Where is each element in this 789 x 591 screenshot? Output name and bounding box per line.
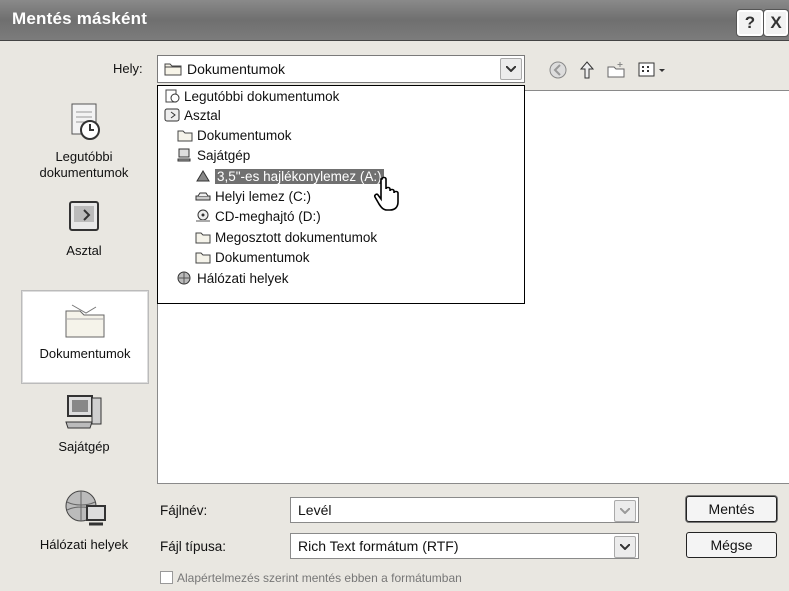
default-format-checkbox[interactable]: Alapértelmezés szerint mentés ebben a fo… [160,571,462,585]
dropdown-item-cd-drive[interactable]: CD-meghajtó (D:) [195,208,321,226]
folder-icon [164,61,182,81]
checkbox[interactable] [160,571,173,584]
my-computer-icon [62,395,106,437]
place-my-computer[interactable]: Sajátgép [21,392,147,464]
chevron-down-icon[interactable] [500,58,522,80]
dropdown-item-documents-2[interactable]: Dokumentumok [195,249,310,267]
location-value: Dokumentumok [187,61,286,77]
dropdown-item-network[interactable]: Hálózati helyek [177,270,289,288]
title-bar: Mentés másként ? X [0,0,789,41]
place-label: Dokumentumok [39,346,131,361]
folder-icon [195,252,211,264]
desktop-icon [164,108,180,122]
help-button[interactable]: ? [737,10,763,36]
floppy-icon [196,170,210,182]
hand-cursor-icon [373,176,403,217]
place-label: Asztal [66,243,102,258]
place-label: Sajátgép [58,439,110,454]
cancel-button[interactable]: Mégse [686,532,777,558]
up-folder-icon[interactable] [578,60,596,85]
place-label: Hálózati helyek [39,537,129,552]
location-dropdown-list: Legutóbbi dokumentumok Asztal Dokumentum… [157,85,525,304]
new-folder-icon[interactable] [606,60,626,85]
dropdown-item-documents[interactable]: Dokumentumok [177,127,292,145]
recent-docs-icon [165,89,180,103]
my-documents-icon [22,299,148,344]
filetype-value: Rich Text formátum (RTF) [298,538,459,554]
dropdown-item-local-disk[interactable]: Helyi lemez (C:) [195,188,311,206]
default-format-label: Alapértelmezés szerint mentés ebben a fo… [177,571,462,585]
dropdown-item-desktop[interactable]: Asztal [164,107,221,125]
close-button[interactable]: X [764,10,788,36]
dropdown-item-recent[interactable]: Legutóbbi dokumentumok [164,88,339,106]
dropdown-item-my-computer[interactable]: Sajátgép [177,147,250,165]
filetype-label: Fájl típusa: [160,539,227,554]
filename-input[interactable]: Levél [290,497,639,523]
chevron-down-icon[interactable] [614,536,636,558]
dropdown-item-shared-documents[interactable]: Megosztott dokumentumok [195,229,377,247]
views-menu-icon[interactable] [638,60,668,85]
place-label: Legutóbbi dokumentumok [39,149,129,180]
filename-label: Fájlnév: [160,503,208,518]
place-desktop[interactable]: Asztal [21,198,147,268]
cd-drive-icon [196,209,210,222]
dropdown-item-floppy[interactable]: 3,5"-es hajlékonylemez (A:) [195,168,384,186]
window-title: Mentés másként [12,9,148,28]
location-label: Hely: [113,61,143,76]
place-network[interactable]: Hálózati helyek [21,486,147,560]
back-icon[interactable] [548,60,568,85]
computer-icon [177,148,191,162]
hard-disk-icon [195,192,211,201]
folder-icon [195,232,211,244]
filename-value: Levél [298,502,332,518]
recent-docs-icon [62,103,106,147]
folder-icon [177,130,193,142]
network-places-icon [59,490,109,535]
place-my-documents[interactable]: Dokumentumok [21,290,149,384]
chevron-down-icon[interactable] [614,500,636,522]
location-dropdown[interactable]: Dokumentumok [157,55,525,83]
save-button[interactable]: Mentés [686,496,777,522]
place-recent-documents[interactable]: Legutóbbi dokumentumok [21,102,147,192]
filetype-select[interactable]: Rich Text formátum (RTF) [290,533,639,559]
network-icon [177,271,191,285]
desktop-icon [64,201,104,241]
places-bar: Legutóbbi dokumentumok Asztal Dokumentum… [21,90,149,578]
